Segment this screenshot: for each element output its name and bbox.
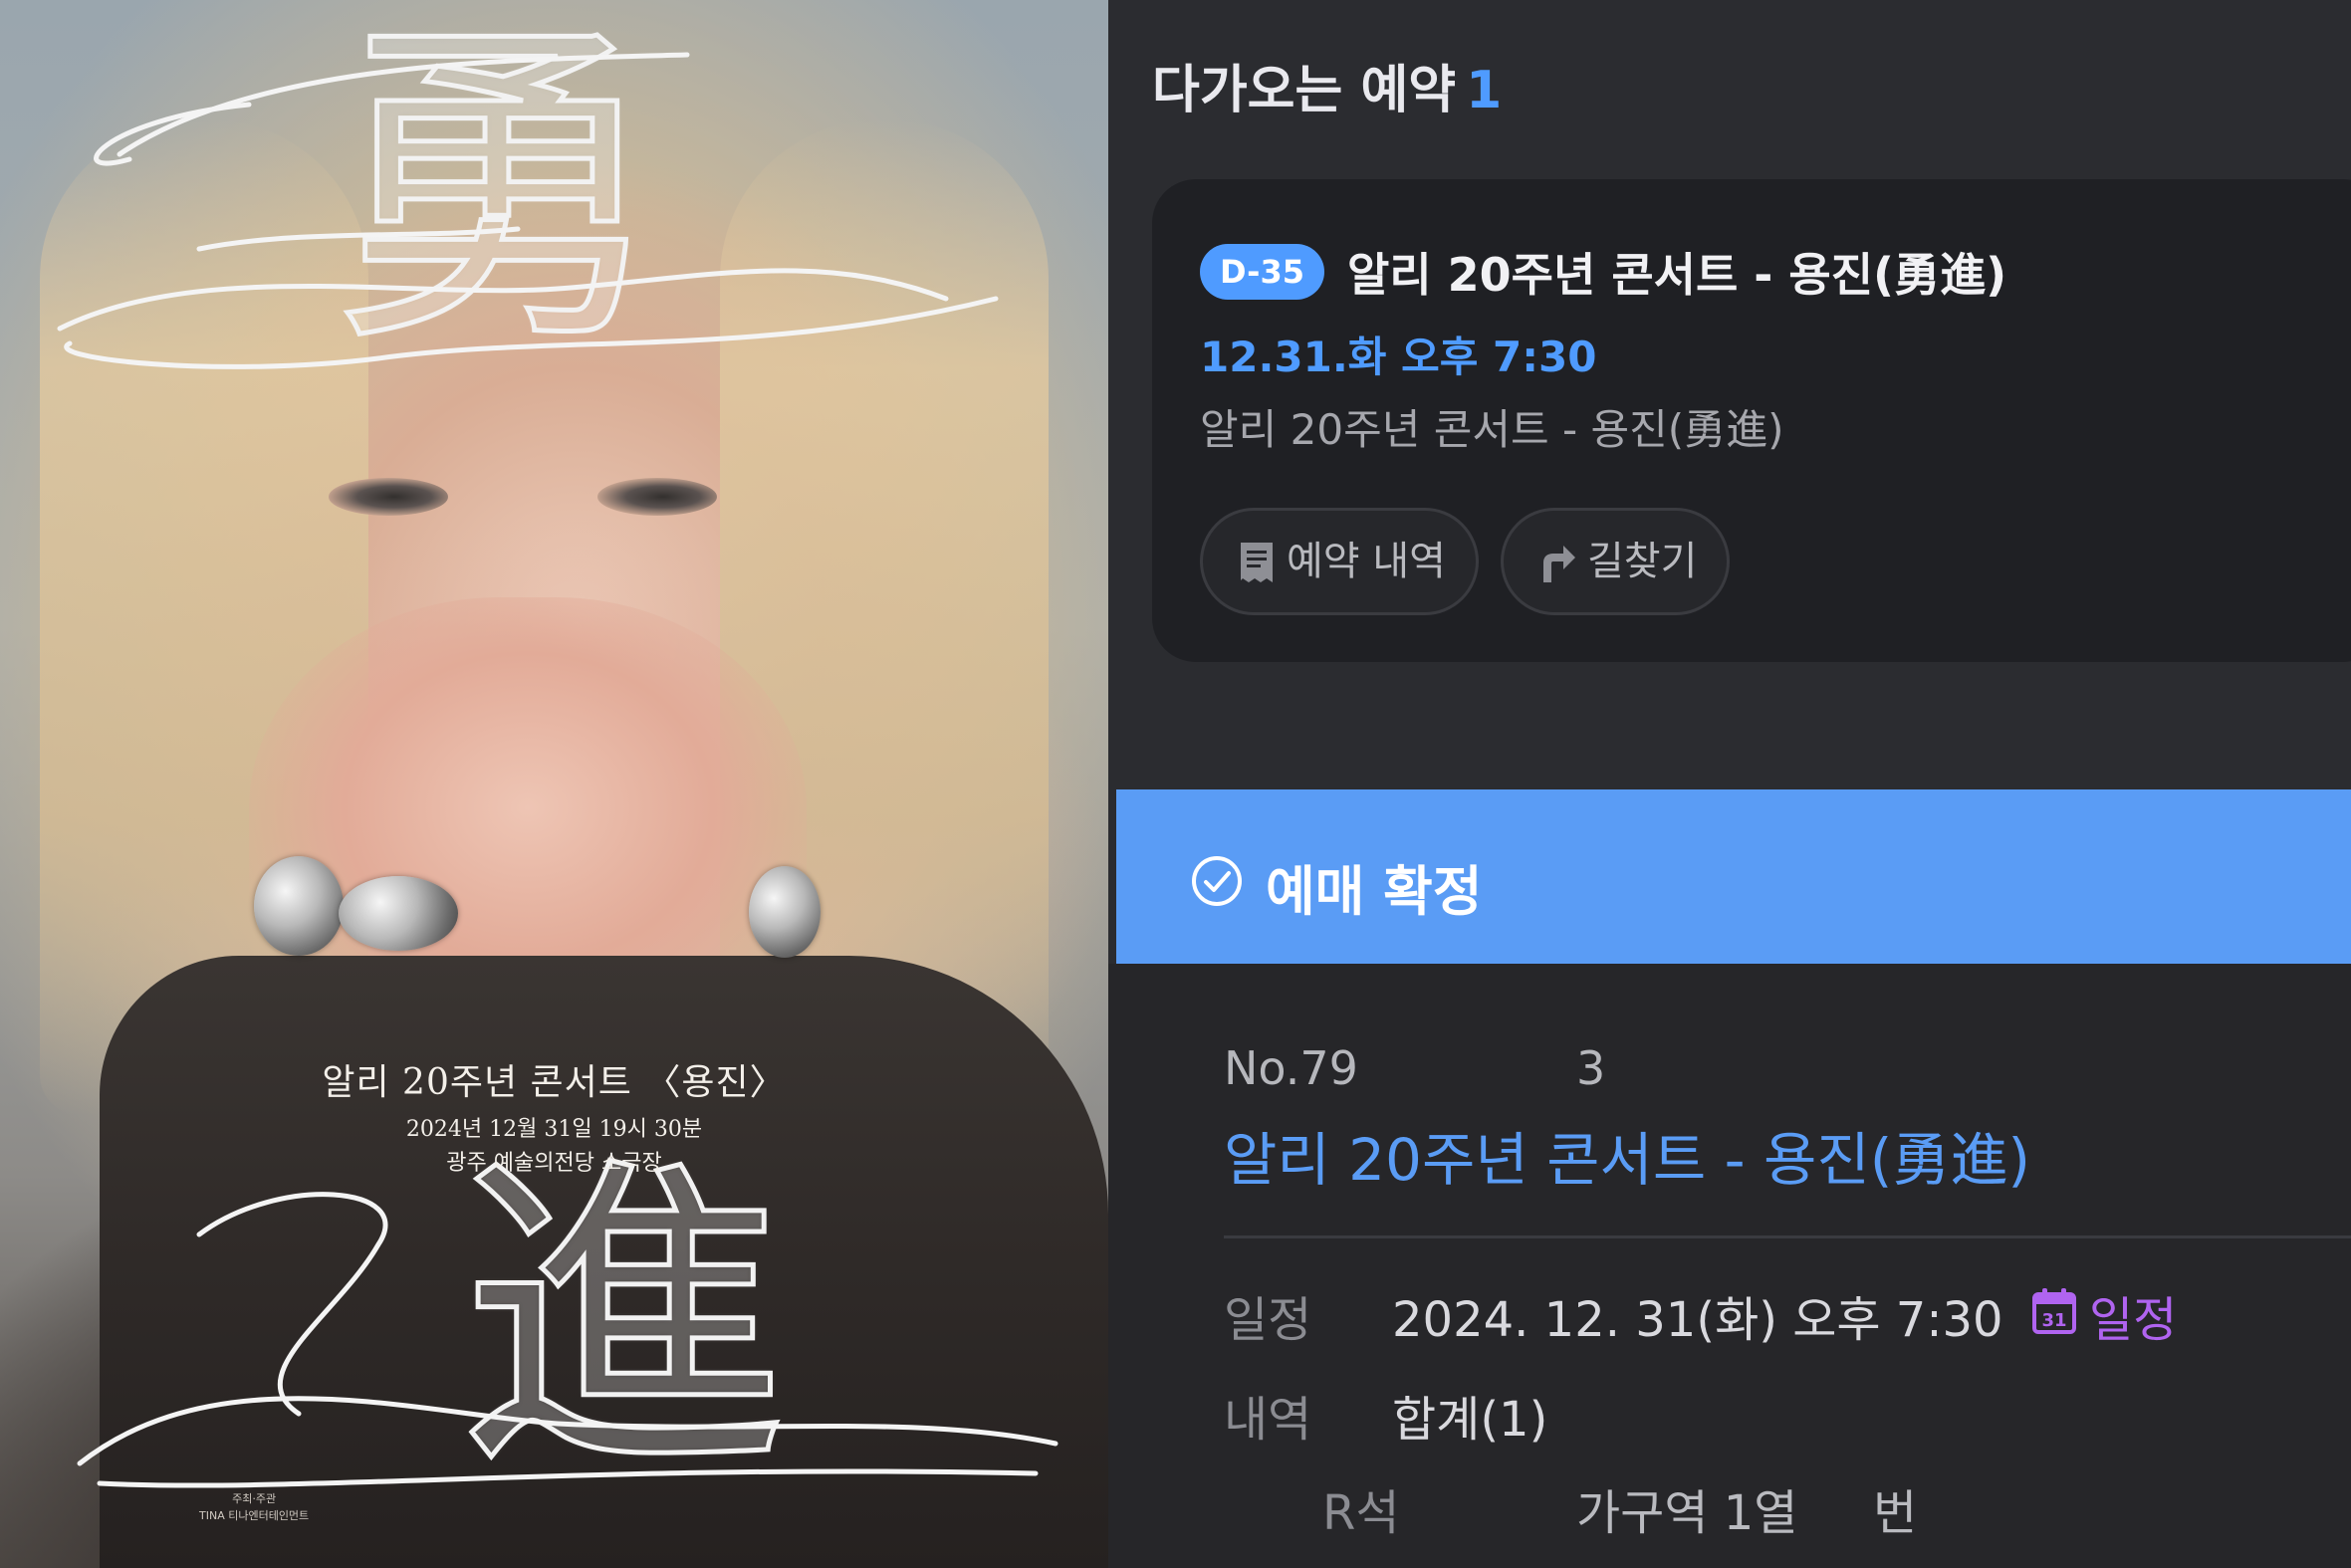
directions-button[interactable]: 길찾기 <box>1501 508 1731 615</box>
poster-credit-line2: TINA 티나엔터테인먼트 <box>199 1508 310 1522</box>
add-to-calendar-link[interactable]: 일정 <box>2089 1280 2177 1350</box>
reservation-subtitle: 알리 20주년 콘서트 - 용진(勇進) <box>1200 405 1784 454</box>
upcoming-header: 다가오는 예약 1 <box>1152 48 1502 122</box>
poster-ring <box>749 866 821 958</box>
calendar-icon[interactable]: 31 <box>2031 1287 2077 1335</box>
reservation-time: 12.31.화 오후 7:30 <box>1200 333 1597 381</box>
seat-grade: R석 <box>1322 1485 1400 1541</box>
seat-number: 번 <box>1873 1485 1918 1541</box>
schedule-value: 2024. 12. 31(화) 오후 7:30 <box>1392 1292 2003 1348</box>
booking-status: 예매 확정 <box>1266 860 1483 923</box>
poster-calligraphy-bottom: 進 <box>456 1128 790 1510</box>
poster-eye-right <box>597 478 717 516</box>
reservation-details-label: 예약 내역 <box>1287 539 1446 584</box>
reservation-panel: 다가오는 예약 1 D-35 알리 20주년 콘서트 - 용진(勇進) 12.31… <box>1108 0 2351 1568</box>
poster-venue: 광주 예술의전당 소극장 <box>446 1151 662 1176</box>
seat-location: 가구역 1열 <box>1576 1485 1798 1541</box>
directions-label: 길찾기 <box>1587 539 1698 584</box>
reservation-card[interactable]: D-35 알리 20주년 콘서트 - 용진(勇進) 12.31.화 오후 7:3… <box>1152 179 2351 662</box>
divider <box>1224 1235 2351 1238</box>
details-value: 합계(1) <box>1392 1392 1548 1448</box>
reservation-title: 알리 20주년 콘서트 - 용진(勇進) <box>1347 248 2007 302</box>
poster-title: 알리 20주년 콘서트 〈용진〉 <box>322 1062 787 1103</box>
upcoming-count: 1 <box>1466 61 1503 120</box>
poster-ring <box>339 876 458 951</box>
poster-calligraphy-top: 勇 <box>327 0 670 386</box>
concert-poster: 勇 進 알리 20주년 콘서트 〈용진〉 2024년 12월 31일 19시 3… <box>0 0 1108 1568</box>
poster-eye-left <box>329 478 448 516</box>
calendar-icon-day: 31 <box>2041 1310 2066 1331</box>
details-label: 내역 <box>1224 1392 1312 1448</box>
ticket-quantity: 3 <box>1576 1041 1606 1095</box>
booking-number: No.79 <box>1224 1041 1358 1095</box>
upcoming-label: 다가오는 예약 <box>1152 61 1457 120</box>
directions-arrow-icon <box>1543 546 1575 582</box>
ticket-title[interactable]: 알리 20주년 콘서트 - 용진(勇進) <box>1224 1113 2030 1197</box>
poster-datetime: 2024년 12월 31일 19시 30분 <box>405 1117 703 1142</box>
poster-credit: 주최·주관 TINA 티나엔터테인먼트 <box>199 1491 309 1524</box>
reservation-details-button[interactable]: 예약 내역 <box>1200 508 1479 615</box>
check-circle-icon <box>1192 856 1242 906</box>
poster-credit-line1: 주최·주관 <box>232 1492 277 1505</box>
schedule-label: 일정 <box>1224 1292 1312 1348</box>
ticket-details: No.79 3 알리 20주년 콘서트 - 용진(勇進) 일정 2024. 12… <box>1108 964 2351 1568</box>
receipt-icon <box>1241 543 1273 582</box>
booking-confirmed-banner: 예매 확정 <box>1116 789 2351 964</box>
dday-badge: D-35 <box>1200 244 1324 300</box>
poster-ring <box>254 856 344 956</box>
